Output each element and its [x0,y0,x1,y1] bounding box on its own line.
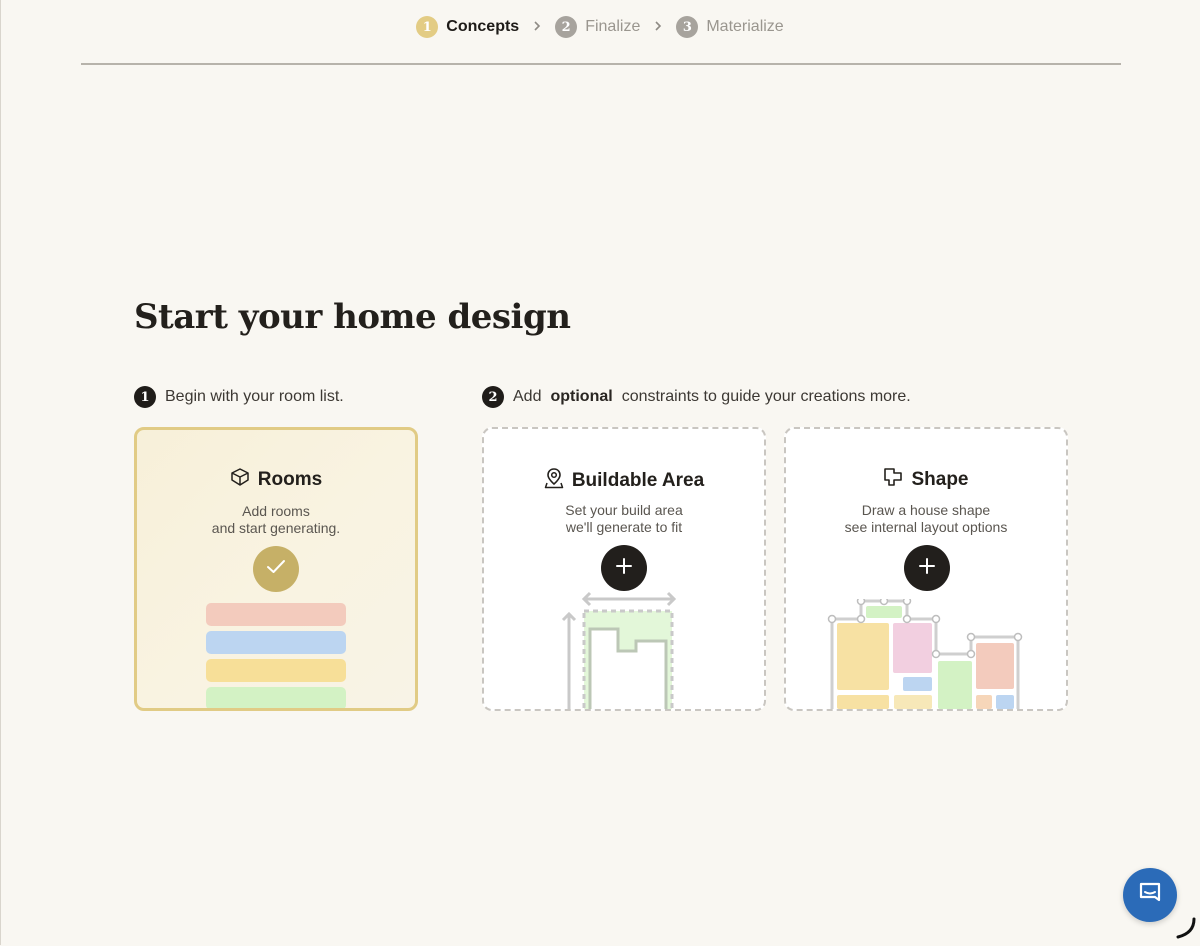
step-concepts[interactable]: 1 Concepts [416,16,519,38]
step-finalize[interactable]: 2 Finalize [555,16,640,38]
step-label: Materialize [706,18,784,35]
desc-line: Set your build area [565,502,683,518]
chevron-right-icon [647,19,669,35]
desc-line: we'll generate to fit [565,519,683,535]
desc-line: Draw a house shape [861,502,991,518]
step-materialize[interactable]: 3 Materialize [676,16,784,38]
room-bar [206,603,346,626]
check-icon [266,559,286,580]
card-description: Set your build area we'll generate to fi… [484,502,764,536]
plus-icon [615,557,633,580]
step2-instruction: 2 Add optional constraints to guide your… [482,386,911,408]
room-bar [206,659,346,682]
step2-bold: optional [550,388,613,405]
room-bar [206,631,346,654]
plus-icon [918,557,936,580]
shape-card[interactable]: Shape Draw a house shape see internal la… [784,427,1068,711]
window-edge [0,0,1,945]
rooms-card[interactable]: Rooms Add rooms and start generating. [134,427,418,711]
buildable-title: Buildable Area [571,470,705,491]
progress-stepper: 1 Concepts 2 Finalize 3 Materialize [0,16,1200,38]
buildable-area-card[interactable]: Buildable Area Set your build area we'll… [482,427,766,711]
step-badge: 1 [134,386,156,408]
chat-icon [1137,880,1163,911]
card-title: Rooms [137,468,415,492]
desc-line: Add rooms [242,503,310,519]
room-bar [206,687,346,708]
chat-support-button[interactable] [1123,868,1177,922]
card-description: Draw a house shape see internal layout o… [786,502,1066,536]
add-buildable-area-button[interactable] [601,545,647,591]
loading-spinner-icon [1172,915,1198,946]
buildable-area-illustration [561,591,677,709]
step-number: 3 [676,16,699,38]
step1-text: Begin with your room list. [165,388,344,405]
step-badge: 2 [482,386,504,408]
header-divider [81,63,1121,65]
house-shape-illustration [827,599,1023,709]
map-pin-icon [544,467,564,495]
card-title: Buildable Area [484,467,764,495]
room-list-illustration [206,603,346,708]
chevron-right-icon [526,19,548,35]
step1-instruction: 1 Begin with your room list. [134,386,344,408]
step-label: Concepts [446,18,520,35]
card-description: Add rooms and start generating. [137,503,415,537]
page-title: Start your home design [134,297,571,337]
cube-icon [230,468,250,492]
step-number: 1 [416,16,439,38]
step-number: 2 [555,16,578,38]
selected-check-button[interactable] [253,546,299,592]
rooms-title: Rooms [257,469,323,490]
add-shape-button[interactable] [904,545,950,591]
desc-line: see internal layout options [844,519,1008,535]
desc-line: and start generating. [211,520,341,536]
step2-prefix: Add [513,388,542,405]
step2-suffix: constraints to guide your creations more… [621,388,911,405]
step-label: Finalize [585,18,641,35]
shape-title: Shape [911,469,969,490]
card-title: Shape [786,467,1066,493]
floorplan-shape-icon [883,467,903,493]
